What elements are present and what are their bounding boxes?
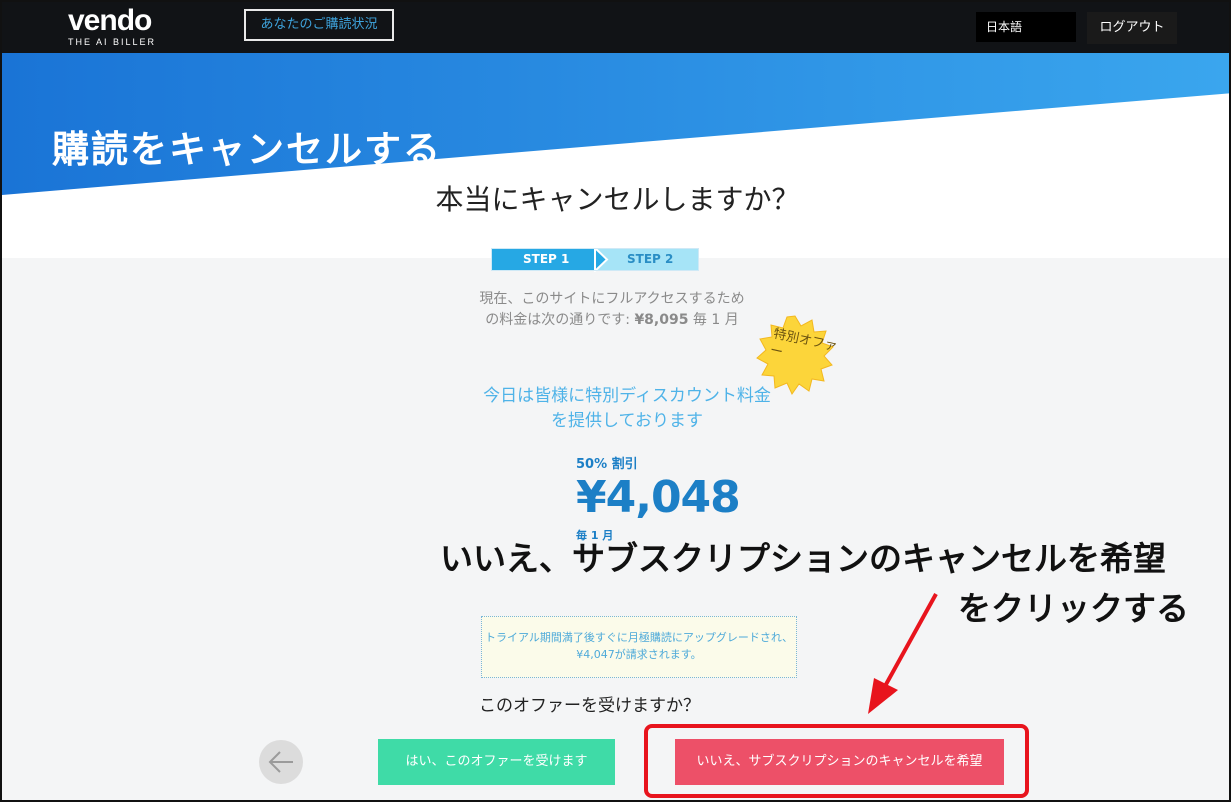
hero-banner: 購読をキャンセルする [2,53,1229,258]
current-price-line2: の料金は次の通りです: ¥8,095 毎 1 月 [422,310,802,331]
back-button[interactable] [259,740,303,784]
current-price-suffix: 毎 1 月 [688,312,739,328]
annotation-line1: いいえ、サブスクリプションのキャンセルを希望 [440,539,1166,578]
logo-wordmark: vendo [68,4,152,37]
page-title: 購読をキャンセルする [52,128,442,171]
discount-price: ¥4,048 [576,472,741,523]
current-price-text: 現在、このサイトにフルアクセスするため の料金は次の通りです: ¥8,095 毎… [422,289,802,331]
logout-button[interactable]: ログアウト [1087,12,1177,44]
current-price-prefix: の料金は次の通りです: [485,312,635,328]
step-1: STEP 1 [491,248,595,271]
accept-offer-question: このオファーを受けますか？ [479,696,700,716]
logo-tagline: THE AI BILLER [68,37,157,47]
annotation-line2: をクリックする [958,589,1189,628]
top-navbar: vendo THE AI BILLER あなたのご購読状況 日本語 ログアウト [2,2,1229,53]
subscription-status-button[interactable]: あなたのご購読状況 [244,9,394,41]
vendo-logo[interactable]: vendo THE AI BILLER [68,4,157,48]
cancel-question: 本当にキャンセルしますか？ [435,183,800,216]
accept-offer-button[interactable]: はい、このオファーを受けます [378,739,615,785]
annotation-arrow-icon [868,593,938,714]
discount-line2: を提供しております [551,411,703,431]
discount-percent-label: 50% 割引 [576,457,638,472]
step-2: STEP 2 [595,248,699,271]
discount-message: 今日は皆様に特別ディスカウント料金 を提供しております [432,384,822,434]
annotation-highlight-box [644,724,1029,798]
current-price-amount: ¥8,095 [634,312,689,328]
language-selector[interactable]: 日本語 [976,12,1076,42]
arrow-left-icon [268,751,293,773]
page-frame: vendo THE AI BILLER あなたのご購読状況 日本語 ログアウト … [0,0,1231,802]
trial-info-box: トライアル期間満了後すぐに月極購読にアップグレードされ、¥4,047が請求されま… [481,616,797,678]
discount-line1: 今日は皆様に特別ディスカウント料金 [483,386,771,406]
current-price-line1: 現在、このサイトにフルアクセスするため [479,291,745,307]
